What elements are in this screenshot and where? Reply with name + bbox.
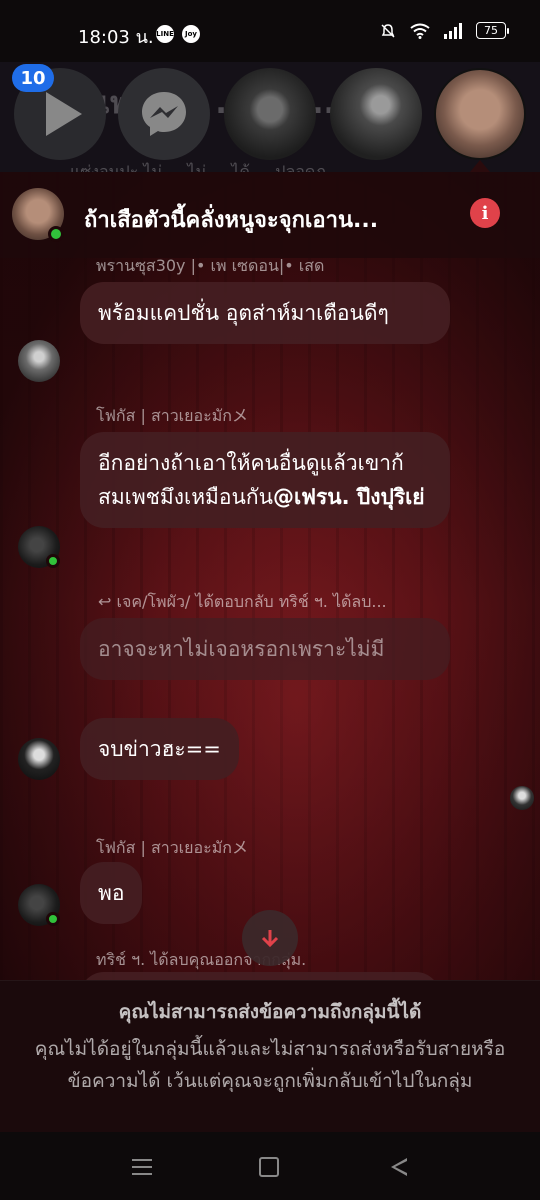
- replied-message-preview[interactable]: อาจจะหาไม่เจอหรอกเพราะไม่มี: [80, 618, 450, 680]
- mute-bell-icon: [381, 23, 395, 38]
- chat-title[interactable]: ถ้าเสือตัวนี้คลั่งหนูจะจุกเอาน...: [84, 202, 454, 237]
- home-button[interactable]: [254, 1152, 284, 1182]
- signal-icon: [444, 22, 462, 39]
- chat-head-avatar-1[interactable]: [224, 68, 316, 160]
- sender-avatar[interactable]: [18, 340, 60, 382]
- status-time: 18:03 น.: [78, 27, 154, 48]
- chat-head-avatar-active[interactable]: [434, 68, 526, 160]
- wifi-icon: [410, 23, 430, 39]
- back-button[interactable]: [384, 1152, 414, 1182]
- seen-avatar: [510, 786, 534, 810]
- system-nav-bar: [0, 1132, 540, 1200]
- message-bubble[interactable]: จบข่าวฮะ==: [80, 718, 239, 780]
- notice-body: คุณไม่ได้อยู่ในกลุ่มนี้แล้วและไม่สามารถส…: [34, 1038, 506, 1092]
- message-bubble[interactable]: พอ: [80, 862, 143, 924]
- messenger-icon: [142, 92, 186, 136]
- notice-heading: คุณไม่สามารถส่งข้อความถึงกลุ่มนี้ได้: [118, 1001, 422, 1023]
- sender-avatar[interactable]: [18, 738, 60, 780]
- reply-notice: ↩ เจค/โพผัว/ ได้ตอบกลับ ทริช์ ฯ. ได้ลบ..…: [98, 592, 387, 611]
- online-indicator: [46, 554, 60, 568]
- message-bubble[interactable]: อีกอย่างถ้าเอาให้คนอื่นดูแล้วเขาก้สมเพชม…: [80, 432, 450, 528]
- info-icon[interactable]: i: [470, 198, 500, 228]
- recent-apps-button[interactable]: [127, 1152, 157, 1182]
- battery-icon: 75: [476, 22, 509, 39]
- joy-app-icon: Joy: [182, 25, 200, 43]
- battery-level: 75: [484, 24, 498, 37]
- message-bubble[interactable]: พร้อมแคปชั่น อุตส่าห์มาเตือนดีๆ: [80, 282, 450, 344]
- mention-link[interactable]: @เฟรน. ปึงปุริเย่: [273, 485, 425, 509]
- chat-head-avatar-2[interactable]: [330, 68, 422, 160]
- unread-count-badge: 10: [12, 64, 54, 92]
- online-indicator: [48, 226, 64, 242]
- line-app-icon: LINE: [156, 25, 174, 43]
- chat-header: ถ้าเสือตัวนี้คลั่งหนูจะจุกเอาน...: [0, 172, 540, 258]
- messenger-chat-head[interactable]: [118, 68, 210, 160]
- sender-name: โฟกัส | สาวเยอะมักメ: [96, 406, 248, 425]
- arrow-down-icon: [261, 930, 279, 948]
- sender-name: โฟกัส | สาวเยอะมักメ: [96, 838, 248, 857]
- cannot-send-notice: คุณไม่สามารถส่งข้อความถึงกลุ่มนี้ได้ คุณ…: [0, 980, 540, 1132]
- active-head-pointer: [470, 160, 490, 172]
- sender-name: พรานซุส30y |• เพ เซดอน|• เสด: [96, 256, 325, 275]
- status-bar: 18:03 น. LINE Joy 75: [0, 0, 540, 62]
- online-indicator: [46, 912, 60, 926]
- scroll-down-button[interactable]: [242, 910, 298, 966]
